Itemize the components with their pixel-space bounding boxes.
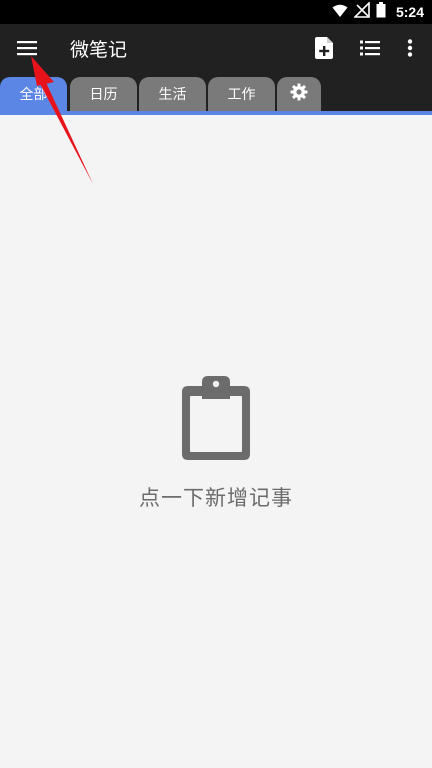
more-options-button[interactable]	[390, 30, 430, 70]
tab-label: 工作	[227, 87, 256, 103]
empty-state[interactable]: 点一下新增记事	[0, 376, 432, 512]
more-vert-icon	[407, 39, 413, 61]
add-note-icon	[315, 37, 333, 63]
battery-icon	[376, 2, 386, 22]
clipboard-icon	[180, 376, 252, 466]
tab-all[interactable]: 全部	[0, 77, 67, 111]
tab-indicator-bar	[0, 111, 432, 115]
tab-label: 生活	[158, 87, 187, 103]
tab-bar: 全部 日历 生活 工作	[0, 77, 432, 111]
tab-life[interactable]: 生活	[139, 77, 206, 111]
app-bar: 微笔记	[0, 24, 432, 77]
app-screen: 5:24 微笔记 全部 日历 生活 工作 点一下新增记事	[0, 0, 432, 768]
empty-state-message: 点一下新增记事	[139, 486, 293, 510]
app-title: 微笔记	[70, 39, 128, 61]
tab-work[interactable]: 工作	[208, 77, 275, 111]
add-note-button[interactable]	[304, 30, 344, 70]
tab-label: 日历	[89, 87, 118, 103]
list-view-button[interactable]	[350, 30, 390, 70]
menu-button[interactable]	[6, 28, 48, 72]
wifi-icon	[332, 3, 348, 22]
status-time: 5:24	[395, 4, 424, 20]
hamburger-menu-icon	[17, 40, 37, 60]
no-signal-icon	[353, 1, 370, 22]
tab-calendar[interactable]: 日历	[70, 77, 137, 111]
gear-icon	[290, 83, 308, 105]
tab-label: 全部	[19, 87, 48, 103]
status-bar: 5:24	[0, 0, 432, 24]
status-icons: 5:24	[332, 0, 424, 24]
tab-settings[interactable]	[277, 77, 321, 111]
list-view-icon	[360, 40, 380, 60]
